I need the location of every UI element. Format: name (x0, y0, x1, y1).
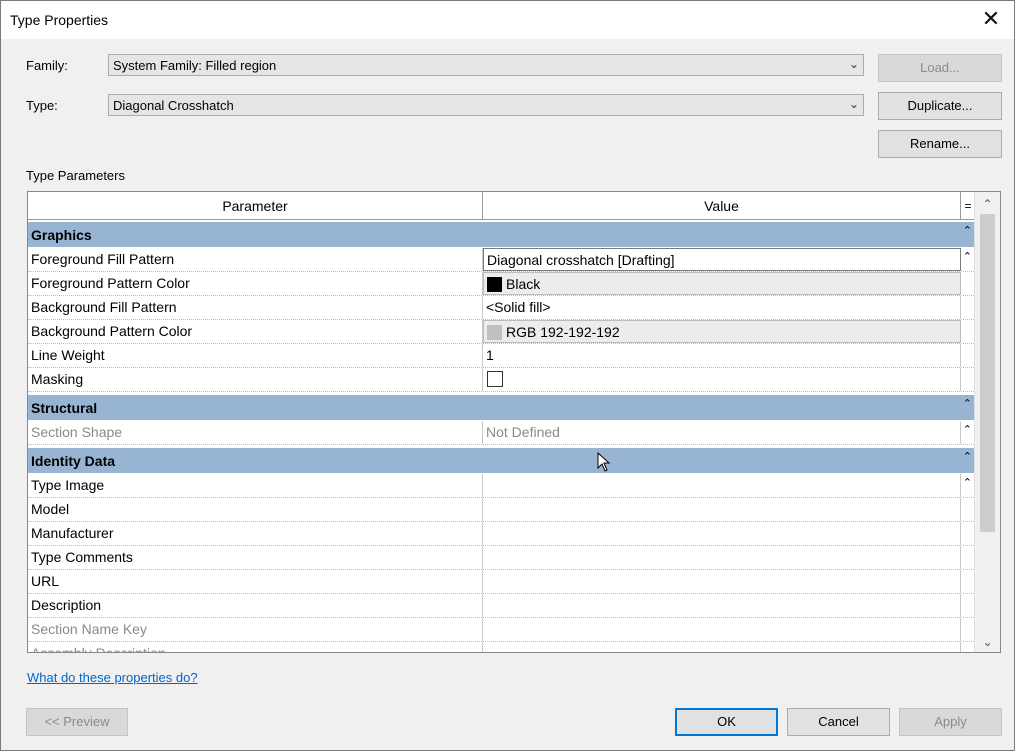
duplicate-button[interactable]: Duplicate... (878, 92, 1002, 120)
close-icon[interactable]: ✕ (978, 6, 1004, 32)
table-row[interactable]: Type Image (28, 474, 976, 498)
title-bar: Type Properties ✕ (1, 1, 1014, 39)
load-button[interactable]: Load... (878, 54, 1002, 82)
window-title: Type Properties (10, 12, 109, 28)
table-row[interactable]: Foreground Pattern Color Black (28, 272, 976, 296)
masking-checkbox[interactable] (487, 371, 503, 387)
table-row[interactable]: Line Weight 1 (28, 344, 976, 368)
family-dropdown[interactable]: System Family: Filled region ⌄ (108, 54, 864, 76)
table-row[interactable]: Foreground Fill Pattern Diagonal crosshat… (28, 248, 976, 272)
table-row[interactable]: Background Pattern Color RGB 192-192-192 (28, 320, 976, 344)
help-link[interactable]: What do these properties do? (27, 670, 198, 685)
table-row[interactable]: Description (28, 594, 976, 618)
column-header-parameter[interactable]: Parameter (28, 192, 483, 220)
table-row[interactable]: Section Name Key (28, 618, 976, 642)
scrollbar-thumb[interactable] (980, 214, 995, 532)
section-graphics[interactable]: Graphics ⌃ ⌃ (28, 222, 976, 263)
scroll-down-icon[interactable]: ⌄ (975, 632, 1000, 652)
table-row[interactable]: Background Fill Pattern <Solid fill> (28, 296, 976, 320)
column-header-value[interactable]: Value (483, 192, 961, 220)
color-swatch (487, 277, 502, 292)
table-row[interactable]: URL (28, 570, 976, 594)
mouse-cursor-icon (597, 452, 611, 472)
family-value: System Family: Filled region (113, 58, 277, 73)
vertical-scrollbar[interactable]: ⌃ ⌄ (974, 192, 1000, 652)
section-structural[interactable]: Structural ⌃ ⌃ (28, 395, 976, 436)
color-picker-button[interactable]: Black (483, 272, 961, 295)
color-swatch (487, 325, 502, 340)
type-value: Diagonal Crosshatch (113, 98, 234, 113)
table-row[interactable]: Model (28, 498, 976, 522)
apply-button[interactable]: Apply (899, 708, 1002, 736)
preview-button[interactable]: << Preview (26, 708, 128, 736)
parameters-grid: Parameter Value = Graphics ⌃ ⌃ Foreground … (27, 191, 1001, 653)
chevron-down-icon: ⌄ (848, 97, 859, 111)
cancel-button[interactable]: Cancel (787, 708, 890, 736)
section-identity-data[interactable]: Identity Data ⌃ ⌃ (28, 448, 976, 489)
color-picker-button[interactable]: RGB 192-192-192 (483, 320, 961, 343)
chevron-down-icon: ⌄ (848, 57, 859, 71)
rename-button[interactable]: Rename... (878, 130, 1002, 158)
column-header-equals[interactable]: = (961, 192, 975, 220)
parameter-rows: Graphics ⌃ ⌃ Foreground Fill Pattern Diagon… (28, 222, 976, 652)
scroll-up-icon[interactable]: ⌃ (975, 194, 1000, 214)
family-label: Family: (26, 58, 68, 73)
table-row[interactable]: Manufacturer (28, 522, 976, 546)
type-label: Type: (26, 98, 58, 113)
table-row[interactable]: Masking (28, 368, 976, 392)
type-dropdown[interactable]: Diagonal Crosshatch ⌄ (108, 94, 864, 116)
table-row[interactable]: Assembly Description (28, 642, 976, 652)
type-properties-dialog: Type Properties ✕ Family: System Family:… (0, 0, 1015, 751)
table-row[interactable]: Type Comments (28, 546, 976, 570)
ok-button[interactable]: OK (675, 708, 778, 736)
type-parameters-label: Type Parameters (26, 168, 125, 183)
table-row[interactable]: Section Shape Not Defined (28, 421, 976, 445)
